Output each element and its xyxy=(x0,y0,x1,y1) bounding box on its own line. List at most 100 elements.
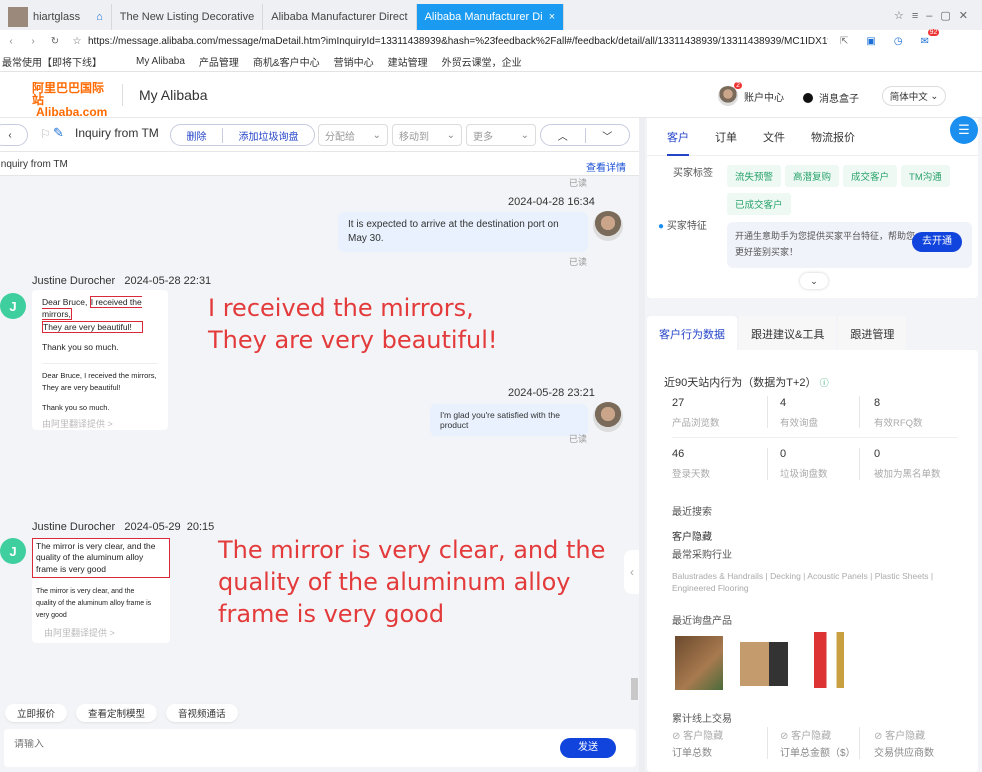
account-center[interactable]: 2 账户中心 xyxy=(718,82,784,106)
quick-quote-button[interactable]: 立即报价 xyxy=(5,704,68,722)
back-icon[interactable]: ‹ xyxy=(0,36,22,47)
more-select[interactable]: 更多 ⌄ xyxy=(466,124,536,146)
annotation: I received the mirrors, They are very be… xyxy=(208,292,498,356)
view-details-link[interactable]: 查看详情 xyxy=(586,159,626,174)
expand-button[interactable]: ⌄ xyxy=(800,273,828,289)
stat-label: 被加为黑名单数 xyxy=(874,469,941,480)
bookmark[interactable]: 商机&客户中心 xyxy=(253,54,320,69)
window-controls[interactable]: ☆≡–▢✕ xyxy=(888,9,982,30)
feature-label: ● 买家特征 xyxy=(658,217,707,232)
tab-logistics[interactable]: 物流报价 xyxy=(811,129,855,155)
collapse-handle[interactable]: ‹ xyxy=(624,550,640,594)
profile-avatar-icon xyxy=(8,7,28,27)
bookmark[interactable]: 最常使用【即将下线】 xyxy=(2,54,102,69)
buyer-tag: 已成交客户 xyxy=(727,193,791,215)
home-tab[interactable]: ⌂ xyxy=(88,4,112,30)
chat-float-button[interactable]: ☰ xyxy=(950,116,978,144)
divider xyxy=(672,437,957,438)
mail-badge: 92 xyxy=(927,28,940,36)
annotation-line: frame is very good xyxy=(218,600,445,628)
back-button[interactable]: ‹ xyxy=(0,124,28,146)
stat: 0 被加为黑名单数 xyxy=(874,448,941,480)
bookmark[interactable]: 外贸云课堂，企业 xyxy=(442,54,522,69)
download-icon[interactable]: ▣ xyxy=(866,36,875,47)
message-text: I'm glad you're satisfied with the produ… xyxy=(440,410,560,430)
account-badge: 2 xyxy=(734,82,742,89)
stat-label: 有效询盘 xyxy=(780,418,819,429)
message-input[interactable] xyxy=(14,739,514,750)
message-input-box: 发送 xyxy=(4,729,636,767)
feature-icon: ● xyxy=(658,221,665,232)
inquiry-toolbar: ‹ ⚐ ✎ Inquiry from TM 删除 添加垃圾询盘 分配给 ⌄ 移动到… xyxy=(0,118,640,152)
browser-tab[interactable]: The New Listing Decorative xyxy=(112,4,264,30)
tab-followup[interactable]: 跟进管理 xyxy=(838,316,907,352)
bookmark[interactable]: 建站管理 xyxy=(388,54,428,69)
chat-scrollbar[interactable] xyxy=(631,678,638,700)
help-icon[interactable]: ⓘ xyxy=(820,378,829,388)
divider xyxy=(767,727,768,759)
feature-label-text: 买家特征 xyxy=(666,221,707,232)
nav-group: ︿ ﹀ xyxy=(540,124,630,146)
message-time: 2024-05-28 22:31 xyxy=(124,275,212,287)
sender-name: Justine Durocher xyxy=(32,275,116,287)
share-icon[interactable]: ⇱ xyxy=(840,36,848,47)
clock-icon[interactable]: ◷ xyxy=(894,36,903,47)
translated-text: very good xyxy=(36,612,67,620)
trade-stat: ⊘ 客户隐藏 订单总金额（$） xyxy=(780,727,856,759)
highlight-box: The mirror is very clear, and the qualit… xyxy=(32,538,170,579)
forward-icon[interactable]: › xyxy=(22,36,44,47)
assign-select[interactable]: 分配给 ⌄ xyxy=(318,124,388,146)
add-spam-button[interactable]: 添加垃圾询盘 xyxy=(223,128,314,143)
bookmark[interactable]: 营销中心 xyxy=(334,54,374,69)
url-input[interactable]: https://message.alibaba.com/message/maDe… xyxy=(88,36,828,47)
trade-value: ⊘ 客户隐藏 xyxy=(874,731,926,742)
language-label: 简体中文 xyxy=(889,92,928,103)
tab-orders[interactable]: 订单 xyxy=(715,129,737,155)
sender-name: Justine Durocher xyxy=(32,521,116,533)
activate-button[interactable]: 去开通 xyxy=(912,232,962,252)
next-button[interactable]: ﹀ xyxy=(586,128,630,143)
send-button[interactable]: 发送 xyxy=(560,738,616,758)
translated-text: The mirror is very clear, and the xyxy=(36,588,135,596)
edit-icon[interactable]: ✎ xyxy=(53,125,64,141)
star-icon[interactable]: ☆ xyxy=(66,36,88,47)
buyer-tag: 高潜复购 xyxy=(785,165,840,187)
flag-icon[interactable]: ⚐ xyxy=(40,127,51,141)
divider xyxy=(859,448,860,480)
industry-label: 最常采购行业 xyxy=(672,550,732,561)
message-box[interactable]: 消息盒子 xyxy=(803,90,859,105)
browser-tab[interactable]: Alibaba Manufacturer Direct xyxy=(263,4,417,30)
read-status: 已读 xyxy=(569,434,588,444)
prev-button[interactable]: ︿ xyxy=(541,127,586,143)
stat-value: 46 xyxy=(672,448,685,460)
mail-icon[interactable]: ✉ 92 xyxy=(921,28,940,47)
trade-label-item: 交易供应商数 xyxy=(874,748,934,759)
tab-files[interactable]: 文件 xyxy=(763,129,785,155)
close-tab-icon[interactable]: × xyxy=(549,11,555,23)
buyer-tag: 流失预警 xyxy=(727,165,782,187)
translation-link[interactable]: 由阿里翻译提供 > xyxy=(36,626,166,641)
delete-button[interactable]: 删除 xyxy=(171,127,223,143)
language-select[interactable]: 简体中文 ⌄ xyxy=(882,86,946,106)
translation-link[interactable]: 由阿里翻译提供 > xyxy=(42,418,158,431)
tab-suggestions[interactable]: 跟进建议&工具 xyxy=(739,316,837,352)
video-call-button[interactable]: 音视频通话 xyxy=(166,704,238,722)
divider xyxy=(767,448,768,480)
tab-customer[interactable]: 客户 xyxy=(667,129,689,156)
view-custom-model-button[interactable]: 查看定制模型 xyxy=(76,704,158,722)
inquiry-subject: Inquiry from TM xyxy=(0,159,68,170)
browser-tab-active[interactable]: Alibaba Manufacturer Di × xyxy=(416,4,565,30)
my-avatar xyxy=(593,402,623,432)
stat: 8 有效RFQ数 xyxy=(874,397,923,429)
alibaba-logo[interactable]: 阿里巴巴国际站 Alibaba.com xyxy=(2,82,112,118)
tab-behavior[interactable]: 客户行为数据 xyxy=(647,316,737,352)
product-thumb[interactable] xyxy=(675,636,723,690)
reload-icon[interactable]: ↻ xyxy=(44,36,66,47)
profile[interactable]: hiartglass xyxy=(0,4,88,30)
product-thumb[interactable] xyxy=(804,632,854,688)
product-thumb[interactable] xyxy=(740,642,788,686)
move-select[interactable]: 移动到 ⌄ xyxy=(392,124,462,146)
bookmark[interactable]: 产品管理 xyxy=(199,54,239,69)
stat-value: 0 xyxy=(874,448,881,460)
bookmark[interactable]: My Alibaba xyxy=(136,56,185,67)
